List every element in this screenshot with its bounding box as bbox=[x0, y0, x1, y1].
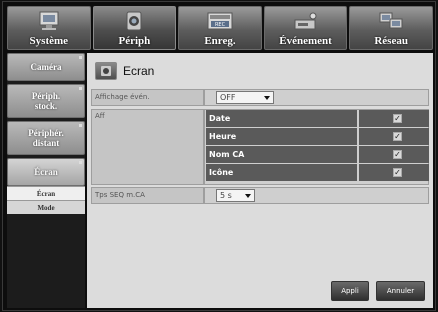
event-sensor-icon bbox=[294, 12, 317, 30]
option-nom-ca-label: Nom CA bbox=[206, 146, 357, 163]
indicator-dot-icon bbox=[79, 87, 82, 90]
aff-label: Aff bbox=[91, 109, 204, 185]
sidebar-item-camera[interactable]: Caméra bbox=[7, 53, 85, 81]
tab-enreg[interactable]: REC Enreg. bbox=[178, 6, 262, 50]
sidebar-item-label: Caméra bbox=[30, 62, 62, 72]
check-icon: ✓ bbox=[393, 132, 402, 141]
affichage-even-label: Affichage évén. bbox=[91, 89, 204, 106]
record-rec-icon: REC bbox=[207, 12, 233, 30]
indicator-dot-icon bbox=[79, 124, 82, 127]
check-icon: ✓ bbox=[393, 168, 402, 177]
tab-label: Événement bbox=[279, 35, 332, 47]
tab-label: Enreg. bbox=[204, 35, 236, 47]
sidebar-item-label: Périph. stock. bbox=[31, 91, 61, 111]
tps-seq-dropdown[interactable]: 5 s bbox=[216, 189, 255, 202]
network-icon bbox=[379, 12, 403, 29]
sidebar-subitem-ecran[interactable]: Écran bbox=[7, 186, 85, 200]
tab-systeme[interactable]: Système bbox=[7, 6, 91, 50]
option-nom-ca-checkbox[interactable]: ✓ bbox=[359, 146, 429, 163]
chevron-down-icon bbox=[264, 95, 270, 100]
option-icone-label: Icône bbox=[206, 164, 357, 181]
check-icon: ✓ bbox=[393, 150, 402, 159]
system-monitor-icon bbox=[39, 11, 59, 30]
apply-button[interactable]: Appli bbox=[331, 281, 369, 301]
affichage-even-dropdown[interactable]: OFF bbox=[216, 91, 274, 104]
camera-device-icon bbox=[95, 62, 117, 80]
page-title: Ecran bbox=[123, 64, 155, 78]
option-heure-checkbox[interactable]: ✓ bbox=[359, 128, 429, 145]
sidebar-item-ecran[interactable]: Écran bbox=[7, 158, 85, 186]
dropdown-value: 5 s bbox=[220, 191, 232, 200]
svg-text:REC: REC bbox=[215, 22, 226, 28]
check-icon: ✓ bbox=[393, 114, 402, 123]
option-heure-label: Heure bbox=[206, 128, 357, 145]
option-date-label: Date bbox=[206, 110, 357, 127]
tab-evenement[interactable]: Événement bbox=[263, 6, 348, 50]
option-date-checkbox[interactable]: ✓ bbox=[359, 110, 429, 127]
tab-label: Périph bbox=[118, 35, 151, 47]
chevron-down-icon bbox=[245, 193, 251, 198]
option-icone-checkbox[interactable]: ✓ bbox=[359, 164, 429, 181]
sidebar: Caméra Périph. stock. Périphér. distant … bbox=[7, 53, 85, 308]
tps-seq-label: Tps SEQ m.CA bbox=[91, 187, 204, 204]
panel-header: Ecran bbox=[95, 61, 154, 81]
cancel-button[interactable]: Annuler bbox=[376, 281, 425, 301]
dvr-settings-window: Système Périph REC Enreg. Événement Rése… bbox=[2, 1, 436, 311]
sidebar-item-periph-stock[interactable]: Périph. stock. bbox=[7, 84, 85, 118]
sidebar-item-label: Écran bbox=[34, 167, 58, 177]
sidebar-item-label: Périphér. distant bbox=[28, 128, 64, 148]
tab-periph[interactable]: Périph bbox=[92, 6, 177, 50]
tab-label: Réseau bbox=[374, 35, 408, 47]
settings-panel: Ecran Affichage évén. OFF Aff Date ✓ Heu… bbox=[87, 53, 433, 308]
sidebar-subitem-mode[interactable]: Mode bbox=[7, 200, 85, 214]
tab-reseau[interactable]: Réseau bbox=[349, 6, 433, 50]
main-menu-tabs: Système Périph REC Enreg. Événement Rése… bbox=[7, 6, 433, 50]
tab-label: Système bbox=[29, 35, 69, 47]
sidebar-item-peripher-distant[interactable]: Périphér. distant bbox=[7, 121, 85, 155]
indicator-dot-icon bbox=[79, 161, 82, 164]
camera-device-icon bbox=[126, 11, 142, 31]
indicator-dot-icon bbox=[79, 56, 82, 59]
dropdown-value: OFF bbox=[220, 93, 236, 102]
